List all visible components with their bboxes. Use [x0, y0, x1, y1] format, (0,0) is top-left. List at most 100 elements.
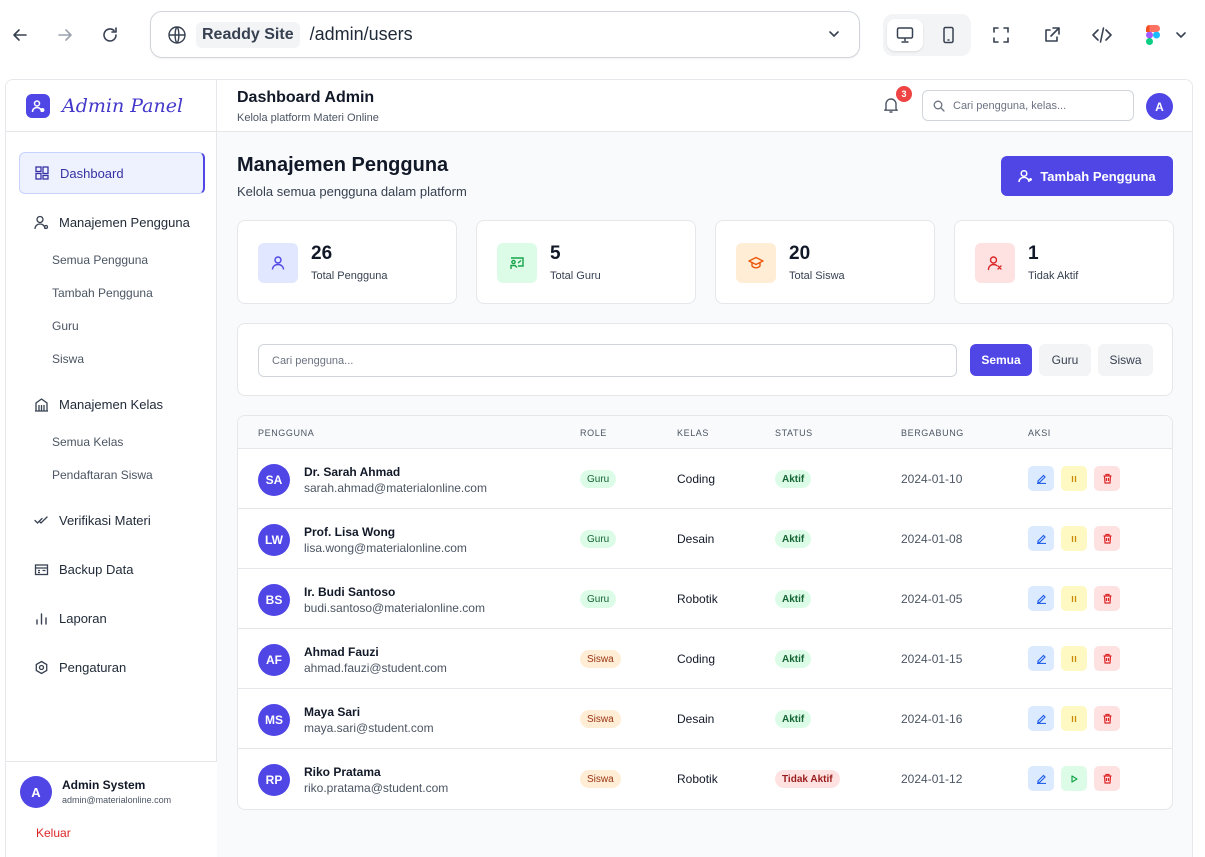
submenu-kelas: Semua Kelas Pendaftaran Siswa [19, 425, 205, 491]
edit-icon[interactable] [1028, 646, 1054, 671]
header-search[interactable] [922, 90, 1134, 121]
kelas-cell: Robotik [677, 592, 718, 606]
submenu-semua-pengguna[interactable]: Semua Pengguna [19, 243, 205, 276]
trash-icon[interactable] [1094, 766, 1120, 791]
sidebar-item-label: Dashboard [60, 165, 124, 181]
search-input[interactable] [953, 99, 1123, 112]
avatar: RP [258, 764, 290, 796]
forward-arrow-icon[interactable] [52, 22, 78, 48]
mobile-icon[interactable] [930, 19, 966, 51]
url-path: /admin/users [309, 24, 413, 44]
sidebar-item-label: Manajemen Kelas [59, 396, 164, 412]
pause-icon[interactable] [1061, 646, 1087, 671]
submenu-tambah-pengguna[interactable]: Tambah Pengguna [19, 276, 205, 309]
stat-label: Total Pengguna [311, 270, 388, 282]
header-subtitle: Kelola platform Materi Online [237, 112, 379, 124]
kelas-cell: Robotik [677, 772, 718, 786]
pause-icon[interactable] [1061, 586, 1087, 611]
submenu-siswa[interactable]: Siswa [19, 342, 205, 375]
user-icon [258, 243, 298, 283]
users-icon [33, 214, 49, 230]
user-name: Maya Sari [304, 705, 361, 719]
brand[interactable]: Admin Panel [6, 80, 216, 132]
submenu-semua-kelas[interactable]: Semua Kelas [19, 425, 205, 458]
table-row: AF Ahmad Fauzi ahmad.fauzi@student.com S… [238, 629, 1172, 689]
logout-link[interactable]: Keluar [36, 826, 71, 840]
chevron-down-icon[interactable] [1171, 22, 1191, 48]
stat-label: Total Guru [550, 270, 601, 282]
joined-date: 2024-01-08 [901, 532, 963, 546]
role-badge: Siswa [580, 650, 621, 668]
avatar: SA [258, 464, 290, 496]
sidebar-item-manajemen-kelas[interactable]: Manajemen Kelas [19, 383, 205, 425]
trash-icon[interactable] [1094, 586, 1120, 611]
pause-icon[interactable] [1061, 526, 1087, 551]
database-icon [33, 561, 49, 577]
grid-icon [34, 165, 50, 181]
sidebar-item-pengaturan[interactable]: Pengaturan [19, 646, 205, 688]
user-email: riko.pratama@student.com [304, 781, 449, 795]
trash-icon[interactable] [1094, 706, 1120, 731]
back-arrow-icon[interactable] [7, 22, 33, 48]
avatar: LW [258, 524, 290, 556]
joined-date: 2024-01-15 [901, 652, 963, 666]
status-badge: Tidak Aktif [775, 770, 840, 788]
sidebar-item-verifikasi-materi[interactable]: Verifikasi Materi [19, 499, 205, 541]
table-row: SA Dr. Sarah Ahmad sarah.ahmad@materialo… [238, 449, 1172, 509]
filter-chip-guru[interactable]: Guru [1039, 344, 1091, 376]
play-icon[interactable] [1061, 766, 1087, 791]
role-badge: Guru [580, 470, 617, 488]
figma-icon[interactable] [1143, 22, 1163, 48]
trash-icon[interactable] [1094, 466, 1120, 491]
teacher-icon [497, 243, 537, 283]
external-link-icon[interactable] [1039, 22, 1065, 48]
users-table: Pengguna Role Kelas Status Bergabung Aks… [237, 415, 1173, 810]
user-name: Prof. Lisa Wong [304, 525, 396, 539]
sidebar-item-label: Pengaturan [59, 659, 127, 675]
add-user-button[interactable]: Tambah Pengguna [1001, 156, 1173, 196]
address-bar[interactable]: Readdy Site /admin/users [150, 11, 860, 58]
submenu-guru[interactable]: Guru [19, 309, 205, 342]
submenu-pendaftaran-siswa[interactable]: Pendaftaran Siswa [19, 458, 205, 491]
role-badge: Guru [580, 530, 617, 548]
filter-chip-semua[interactable]: Semua [970, 344, 1032, 376]
page-subtitle: Kelola semua pengguna dalam platform [237, 184, 467, 199]
sidebar-item-dashboard[interactable]: Dashboard [19, 152, 205, 194]
user-email: maya.sari@student.com [304, 721, 434, 735]
edit-icon[interactable] [1028, 526, 1054, 551]
kelas-cell: Coding [677, 652, 716, 666]
fullscreen-icon[interactable] [988, 22, 1014, 48]
submenu-pengguna: Semua Pengguna Tambah Pengguna Guru Sisw… [19, 243, 205, 375]
code-icon[interactable] [1089, 22, 1115, 48]
pause-icon[interactable] [1061, 706, 1087, 731]
edit-icon[interactable] [1028, 706, 1054, 731]
pause-icon[interactable] [1061, 466, 1087, 491]
profile-email: admin@materialonline.com [62, 795, 172, 805]
reload-icon[interactable] [97, 22, 123, 48]
trash-icon[interactable] [1094, 646, 1120, 671]
sidebar-item-laporan[interactable]: Laporan [19, 597, 205, 639]
edit-icon[interactable] [1028, 466, 1054, 491]
page-title: Manajemen Pengguna [237, 154, 449, 176]
edit-icon[interactable] [1028, 586, 1054, 611]
chevron-down-icon[interactable] [825, 25, 843, 48]
sidebar-item-manajemen-pengguna[interactable]: Manajemen Pengguna [19, 201, 205, 243]
sidebar-item-backup-data[interactable]: Backup Data [19, 548, 205, 590]
filter-chip-siswa[interactable]: Siswa [1098, 344, 1153, 376]
user-search-input[interactable] [258, 344, 957, 377]
table-row: RP Riko Pratama riko.pratama@student.com… [238, 749, 1172, 809]
column-header-kelas: Kelas [677, 428, 710, 438]
status-badge: Aktif [775, 650, 812, 668]
edit-icon[interactable] [1028, 766, 1054, 791]
trash-icon[interactable] [1094, 526, 1120, 551]
desktop-icon[interactable] [887, 19, 923, 51]
profile-name: Admin System [62, 778, 146, 792]
column-header-role: Role [580, 428, 607, 438]
avatar[interactable]: A [1146, 93, 1173, 120]
avatar[interactable]: A [20, 776, 52, 808]
header-title: Dashboard Admin [237, 89, 375, 106]
filter-bar: Semua Guru Siswa [237, 323, 1173, 396]
sidebar-menu: Dashboard Manajemen Pengguna Semua Pengg… [19, 152, 205, 695]
search-icon [933, 100, 945, 112]
user-name: Riko Pratama [304, 765, 381, 779]
